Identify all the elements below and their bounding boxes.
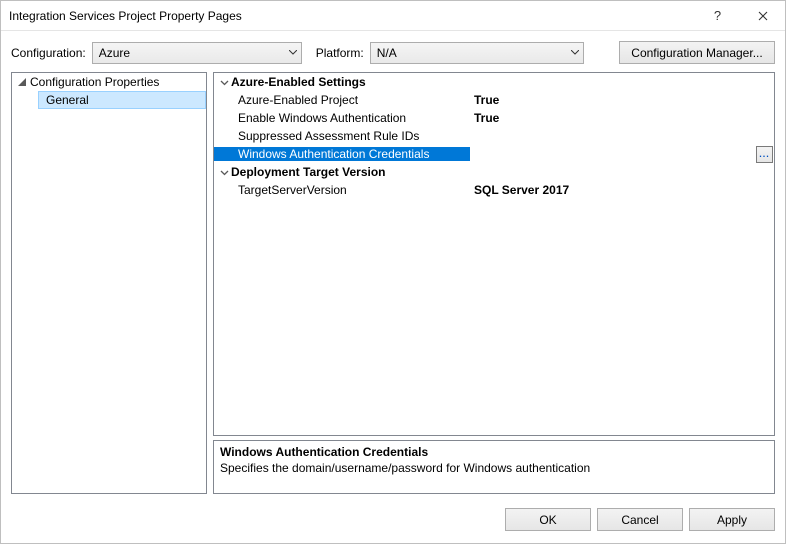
- platform-value: N/A: [377, 46, 397, 60]
- category-azure-enabled[interactable]: Azure-Enabled Settings: [214, 73, 774, 91]
- close-button[interactable]: [740, 1, 785, 30]
- cancel-button[interactable]: Cancel: [597, 508, 683, 531]
- tree-root-label: Configuration Properties: [30, 75, 159, 89]
- footer: OK Cancel Apply: [1, 498, 785, 543]
- tree-item-general[interactable]: General: [38, 91, 206, 109]
- prop-azure-enabled-project[interactable]: Azure-Enabled Project True: [214, 91, 774, 109]
- prop-target-server-version[interactable]: TargetServerVersion SQL Server 2017: [214, 181, 774, 199]
- dialog-window: Integration Services Project Property Pa…: [0, 0, 786, 544]
- tree-root[interactable]: Configuration Properties: [12, 73, 206, 91]
- help-button[interactable]: ?: [695, 1, 740, 30]
- configuration-value: Azure: [99, 46, 130, 60]
- ok-button[interactable]: OK: [505, 508, 591, 531]
- chevron-down-icon: [289, 50, 297, 55]
- configuration-label: Configuration:: [11, 46, 86, 60]
- configuration-manager-button[interactable]: Configuration Manager...: [619, 41, 775, 64]
- configuration-dropdown[interactable]: Azure: [92, 42, 302, 64]
- titlebar: Integration Services Project Property Pa…: [1, 1, 785, 31]
- description-panel: Windows Authentication Credentials Speci…: [213, 440, 775, 494]
- content-area: Configuration Properties General Azure-E…: [1, 72, 785, 498]
- description-text: Specifies the domain/username/password f…: [220, 461, 768, 475]
- expanded-glyph-icon: [16, 78, 28, 86]
- platform-dropdown[interactable]: N/A: [370, 42, 584, 64]
- right-panel: Azure-Enabled Settings Azure-Enabled Pro…: [213, 72, 775, 494]
- category-deployment-target[interactable]: Deployment Target Version: [214, 163, 774, 181]
- window-title: Integration Services Project Property Pa…: [9, 9, 695, 23]
- prop-suppressed-assessment-ids[interactable]: Suppressed Assessment Rule IDs: [214, 127, 774, 145]
- config-row: Configuration: Azure Platform: N/A Confi…: [1, 31, 785, 72]
- property-grid: Azure-Enabled Settings Azure-Enabled Pro…: [213, 72, 775, 436]
- prop-enable-windows-auth[interactable]: Enable Windows Authentication True: [214, 109, 774, 127]
- chevron-down-icon: [217, 168, 231, 177]
- tree-item-label: General: [46, 93, 89, 107]
- chevron-down-icon: [571, 50, 579, 55]
- ellipsis-button[interactable]: ...: [756, 146, 773, 163]
- apply-button[interactable]: Apply: [689, 508, 775, 531]
- description-heading: Windows Authentication Credentials: [220, 445, 768, 459]
- platform-label: Platform:: [316, 46, 364, 60]
- tree-panel: Configuration Properties General: [11, 72, 207, 494]
- chevron-down-icon: [217, 78, 231, 87]
- prop-windows-auth-credentials[interactable]: Windows Authentication Credentials ...: [214, 145, 774, 163]
